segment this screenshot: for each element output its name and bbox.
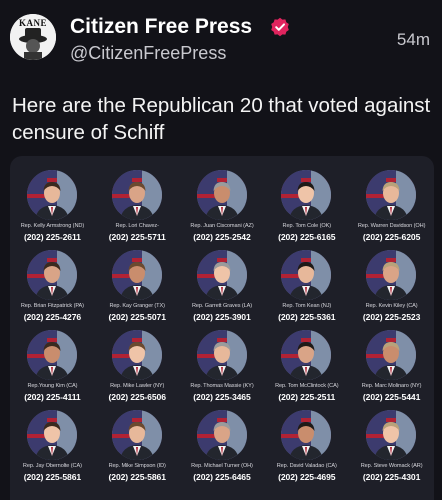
member-phone: (202) 225-6506 xyxy=(108,392,166,402)
member-name: Rep. Warren Davidson (OH) xyxy=(357,223,426,229)
member-name: Rep. Juan Ciscomani (AZ) xyxy=(190,223,254,229)
post-timestamp: 54m xyxy=(396,30,430,49)
member-portrait xyxy=(27,170,77,220)
member-card: Rep. Tom Kean (NJ) (202) 225-5361 xyxy=(264,248,349,328)
member-portrait xyxy=(111,250,162,300)
member-name: Rep. Steve Womack (AR) xyxy=(360,463,423,469)
display-name[interactable]: Citizen Free Press xyxy=(70,15,252,39)
member-name: Rep. Tom Kean (NJ) xyxy=(282,303,332,309)
member-portrait xyxy=(281,250,332,300)
member-portrait xyxy=(366,410,417,460)
avatar[interactable]: KANE xyxy=(10,14,56,60)
post-image[interactable]: Rep. Kelly Armstrong (ND) (202) 225-2611 R… xyxy=(10,156,434,500)
member-portrait xyxy=(27,250,77,300)
member-phone: (202) 225-5071 xyxy=(108,312,166,322)
member-card: Rep. Juan Ciscomani (AZ) (202) 225-2542 xyxy=(180,168,265,248)
member-phone: (202) 225-5861 xyxy=(108,472,166,482)
member-portrait xyxy=(196,410,247,460)
member-portrait xyxy=(27,330,77,380)
member-phone: (202) 225-5711 xyxy=(108,232,166,242)
member-phone: (202) 225-2611 xyxy=(23,232,81,242)
verified-badge-icon xyxy=(271,17,289,37)
member-phone: (202) 225-2523 xyxy=(362,312,421,322)
member-name: Rep. Mike Simpson (ID) xyxy=(108,463,166,469)
member-portrait xyxy=(366,170,417,220)
avatar-label: KANE xyxy=(18,18,47,28)
member-phone: (202) 225-2542 xyxy=(193,232,251,242)
member-portrait xyxy=(27,410,77,460)
member-portrait xyxy=(281,170,332,220)
member-card: Rep. Steve Womack (AR) (202) 225-4301 xyxy=(349,408,434,488)
member-portrait xyxy=(281,410,332,460)
member-portrait xyxy=(366,250,417,300)
member-card: Rep.Young Kim (CA) (202) 225-4111 xyxy=(10,328,95,408)
member-card: Rep. David Valadao (CA) (202) 225-4695 xyxy=(264,408,349,488)
member-phone: (202) 225-6465 xyxy=(193,472,251,482)
member-card: Rep. Warren Davidson (OH) (202) 225-6205 xyxy=(349,168,434,248)
member-portrait xyxy=(196,330,247,380)
member-name: Rep. Kay Granger (TX) xyxy=(109,303,165,309)
member-card: Rep. Kelly Armstrong (ND) (202) 225-2611 xyxy=(10,168,95,248)
member-portrait xyxy=(196,250,247,300)
member-card: Rep. Garrett Graves (LA) (202) 225-3901 xyxy=(180,248,265,328)
member-card: Rep. Marc Molinaro (NY) (202) 225-5441 xyxy=(349,328,434,408)
member-name: Rep. Brian Fitzpatrick (PA) xyxy=(20,303,84,309)
member-name: Rep. Thomas Massie (KY) xyxy=(190,383,254,389)
member-card: Rep. Tom McClintock (CA) (202) 225-2511 xyxy=(264,328,349,408)
member-phone: (202) 225-4276 xyxy=(23,312,82,322)
member-name: Rep. Garrett Graves (LA) xyxy=(191,303,253,309)
member-card: Rep. Thomas Massie (KY) (202) 225-3465 xyxy=(180,328,265,408)
member-portrait xyxy=(281,330,332,380)
member-name: Rep.Young Kim (CA) xyxy=(27,383,78,389)
member-card: Rep. Mike Lawler (NY) (202) 225-6506 xyxy=(95,328,180,408)
member-name: Rep. Jay Obernolte (CA) xyxy=(22,463,82,469)
member-card: Rep. Brian Fitzpatrick (PA) (202) 225-427… xyxy=(10,248,95,328)
member-name: Rep. Kevin Kiley (CA) xyxy=(365,303,418,309)
member-portrait xyxy=(366,330,417,380)
member-name: Rep. Kelly Armstrong (ND) xyxy=(20,223,85,229)
member-name: Rep. Lori Chavez- xyxy=(115,223,159,229)
member-phone: (202) 225-5441 xyxy=(362,392,421,402)
member-portrait xyxy=(196,170,247,220)
members-grid: Rep. Kelly Armstrong (ND) (202) 225-2611 R… xyxy=(10,168,434,488)
member-portrait xyxy=(111,410,162,460)
member-phone: (202) 225-4111 xyxy=(24,392,81,402)
post-text: Here are the Republican 20 that voted ag… xyxy=(12,94,431,144)
member-phone: (202) 225-5361 xyxy=(278,312,336,322)
member-phone: (202) 225-2511 xyxy=(278,392,336,402)
member-name: Rep. David Valadao (CA) xyxy=(276,463,337,469)
member-card: Rep. Mike Simpson (ID) (202) 225-5861 xyxy=(95,408,180,488)
user-handle[interactable]: @CitizenFreePress xyxy=(70,43,226,64)
post-header: KANE Citizen Free Press @CitizenFreePres… xyxy=(0,0,442,80)
member-card: Rep. Lori Chavez- (202) 225-5711 xyxy=(95,168,180,248)
member-card: Rep. Kevin Kiley (CA) (202) 225-2523 xyxy=(349,248,434,328)
member-phone: (202) 225-5861 xyxy=(23,472,82,482)
member-portrait xyxy=(111,330,162,380)
member-phone: (202) 225-4695 xyxy=(278,472,336,482)
member-name: Rep. Marc Molinaro (NY) xyxy=(361,383,422,389)
member-name: Rep. Tom McClintock (CA) xyxy=(275,383,339,389)
member-phone: (202) 225-3901 xyxy=(193,312,251,322)
member-name: Rep. Tom Cole (OK) xyxy=(282,223,332,229)
member-name: Rep. Michael Turner (OH) xyxy=(191,463,253,469)
member-phone: (202) 225-6165 xyxy=(278,232,336,242)
member-card: Rep. Michael Turner (OH) (202) 225-6465 xyxy=(180,408,265,488)
member-phone: (202) 225-3465 xyxy=(193,392,251,402)
member-name: Rep. Mike Lawler (NY) xyxy=(110,383,165,389)
member-phone: (202) 225-6205 xyxy=(362,232,421,242)
member-card: Rep. Tom Cole (OK) (202) 225-6165 xyxy=(264,168,349,248)
member-phone: (202) 225-4301 xyxy=(362,472,421,482)
member-card: Rep. Jay Obernolte (CA) (202) 225-5861 xyxy=(10,408,95,488)
member-card: Rep. Kay Granger (TX) (202) 225-5071 xyxy=(95,248,180,328)
member-portrait xyxy=(111,170,162,220)
